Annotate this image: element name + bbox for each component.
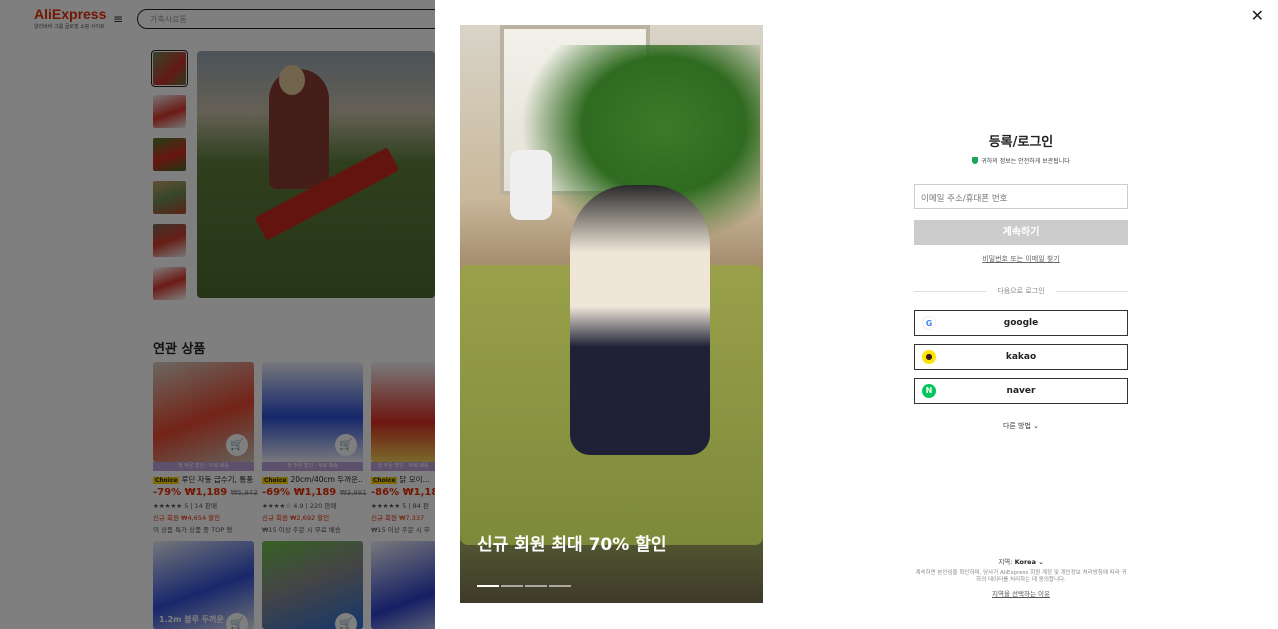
region-label: 지역: [998, 558, 1013, 566]
photo-humidifier [510, 150, 552, 220]
region-selector[interactable]: 지역: Korea ⌄ [914, 556, 1128, 566]
google-icon: G [922, 316, 936, 330]
naver-icon: N [922, 384, 936, 398]
promo-banner[interactable]: 신규 회원 최대 70% 할인 [460, 25, 763, 603]
region-why-link[interactable]: 지역을 선택하는 이유 [914, 588, 1128, 598]
login-footer: 지역: Korea ⌄ 계속하면 본인임을 확인하며, 당사가 AliExpre… [914, 556, 1128, 598]
login-form: 등록/로그인 귀하의 정보는 안전하게 보관됩니다 이메일 주소/휴대폰 번호 … [914, 0, 1128, 629]
other-methods-toggle[interactable]: 다른 방법 ⌄ [914, 421, 1128, 431]
terms-text: 계속하면 본인임을 확인하며, 당사가 AliExpress 회원 계정 및 개… [915, 570, 1127, 583]
email-phone-input[interactable]: 이메일 주소/휴대폰 번호 [914, 184, 1128, 209]
promo-headline: 신규 회원 최대 70% 할인 [477, 535, 667, 555]
login-modal: ✕ 신규 회원 최대 70% 할인 등록/로그인 귀하의 정보는 안전하게 보관… [435, 0, 1278, 629]
divider-line [1056, 291, 1128, 292]
secure-text: 귀하의 정보는 안전하게 보관됩니다 [981, 158, 1070, 165]
region-value: Korea ⌄ [1014, 558, 1044, 566]
carousel-dot[interactable] [501, 585, 523, 587]
kakao-icon: ● [922, 350, 936, 364]
continue-button[interactable]: 계속하기 [914, 220, 1128, 245]
photo-person [570, 185, 710, 455]
kakao-label: kakao [1005, 352, 1037, 362]
carousel-dot[interactable] [549, 585, 571, 587]
carousel-indicators [477, 585, 571, 587]
login-title: 등록/로그인 [988, 135, 1054, 150]
kakao-login-button[interactable]: ● kakao [914, 344, 1128, 370]
naver-label: naver [1006, 386, 1036, 396]
social-divider: 다음으로 로그인 [914, 286, 1128, 296]
google-login-button[interactable]: G google [914, 310, 1128, 336]
forgot-link[interactable]: 비밀번호 또는 이메일 찾기 [914, 254, 1128, 264]
carousel-dot[interactable] [477, 585, 499, 587]
close-icon[interactable]: ✕ [1251, 6, 1264, 25]
naver-login-button[interactable]: N naver [914, 378, 1128, 404]
carousel-dot[interactable] [525, 585, 547, 587]
secure-notice: 귀하의 정보는 안전하게 보관됩니다 [914, 156, 1128, 165]
google-label: google [1003, 318, 1039, 328]
shield-icon [972, 157, 979, 164]
